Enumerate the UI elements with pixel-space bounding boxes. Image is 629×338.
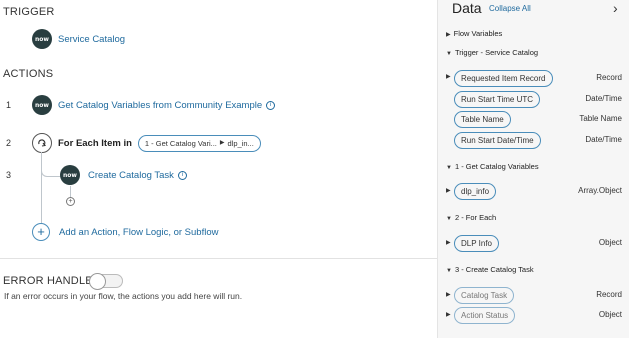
data-type: Record [596, 73, 622, 82]
data-type: Object [598, 310, 622, 319]
trigger-label[interactable]: Service Catalog [58, 34, 125, 45]
caret-down-icon: ▼ [446, 51, 452, 57]
data-type: Date/Time [585, 94, 622, 103]
add-icon[interactable]: + [32, 223, 50, 241]
expand-row-icon[interactable]: ▶ [446, 311, 451, 318]
caret-right-icon: ▶ [446, 32, 451, 38]
expand-row-icon[interactable]: ▶ [446, 291, 451, 298]
caret-down-icon: ▼ [446, 268, 452, 274]
action-2-number: 2 [6, 138, 12, 148]
action-1-number: 1 [6, 100, 12, 110]
action-1-label[interactable]: Get Catalog Variables from Community Exa… [58, 100, 262, 111]
pill-part-step: 1 - Get Catalog Vari... [144, 139, 217, 148]
expand-row-icon[interactable]: ▶ [446, 187, 451, 194]
for-each-data-pill[interactable]: 1 - Get Catalog Vari... ▶ dlp_in... [137, 135, 261, 152]
action-3-label[interactable]: Create Catalog Task [88, 170, 174, 181]
action-2-row[interactable]: For Each Item in 1 - Get Catalog Vari...… [58, 135, 261, 152]
error-handler-toggle[interactable] [89, 273, 123, 290]
actions-heading: ACTIONS [3, 68, 54, 80]
data-type: Table Name [579, 114, 622, 123]
chevron-right-icon: ▶ [219, 140, 225, 146]
add-action-label[interactable]: Add an Action, Flow Logic, or Subflow [59, 227, 218, 238]
data-pill[interactable]: Run Start Time UTC [454, 91, 541, 108]
expand-row-icon[interactable]: ▶ [446, 73, 451, 80]
info-icon[interactable]: i [177, 170, 187, 180]
section-divider [0, 258, 437, 259]
pill-part-field: dlp_in... [227, 139, 254, 148]
servicenow-logo-icon: now [32, 95, 52, 115]
data-type: Array.Object [578, 186, 622, 195]
trigger-row[interactable]: now Service Catalog [32, 29, 125, 49]
error-handler-heading: ERROR HANDLER [3, 275, 101, 287]
nested-branch [41, 160, 62, 177]
data-type: Record [596, 290, 622, 299]
close-panel-icon[interactable]: › [613, 0, 618, 16]
data-type: Date/Time [585, 135, 622, 144]
action-3-row[interactable]: now Create Catalog Task i [60, 165, 187, 185]
data-pill[interactable]: dlp_info [454, 183, 497, 200]
add-action-row[interactable]: + Add an Action, Flow Logic, or Subflow [32, 223, 218, 241]
caret-down-icon: ▼ [446, 165, 452, 171]
data-pill[interactable]: Action Status [454, 307, 516, 324]
trigger-heading: TRIGGER [3, 6, 55, 18]
group-create-catalog-task[interactable]: ▼ 3 - Create Catalog Task [446, 265, 534, 274]
panel-title: Data [452, 0, 482, 16]
add-nested-button[interactable]: + [66, 197, 75, 206]
collapse-all-link[interactable]: Collapse All [489, 4, 531, 13]
data-type: Object [598, 238, 622, 247]
data-pill[interactable]: Table Name [454, 111, 511, 128]
for-each-label: For Each Item in [58, 138, 132, 149]
group-flow-variables[interactable]: ▶ Flow Variables [446, 29, 502, 38]
expand-row-icon[interactable]: ▶ [446, 239, 451, 246]
group-for-each[interactable]: ▼ 2 - For Each [446, 213, 496, 222]
error-handler-description: If an error occurs in your flow, the act… [4, 291, 243, 301]
data-pill[interactable]: DLP Info [454, 235, 499, 252]
data-pill[interactable]: Catalog Task [454, 287, 515, 304]
action-3-number: 3 [6, 170, 12, 180]
info-icon[interactable]: i [266, 100, 276, 110]
group-get-catalog-variables[interactable]: ▼ 1 - Get Catalog Variables [446, 162, 539, 171]
servicenow-logo-icon: now [32, 29, 52, 49]
toggle-knob [89, 273, 106, 290]
data-pill[interactable]: Requested Item Record [454, 70, 553, 87]
for-each-icon [32, 133, 52, 153]
data-panel: Data Collapse All › ▶ Flow Variables ▼ Tri… [437, 0, 629, 338]
group-trigger[interactable]: ▼ Trigger - Service Catalog [446, 48, 538, 57]
data-pill[interactable]: Run Start Date/Time [454, 132, 541, 149]
caret-down-icon: ▼ [446, 216, 452, 222]
action-1-row[interactable]: now Get Catalog Variables from Community… [32, 95, 276, 115]
servicenow-logo-icon: now [60, 165, 80, 185]
